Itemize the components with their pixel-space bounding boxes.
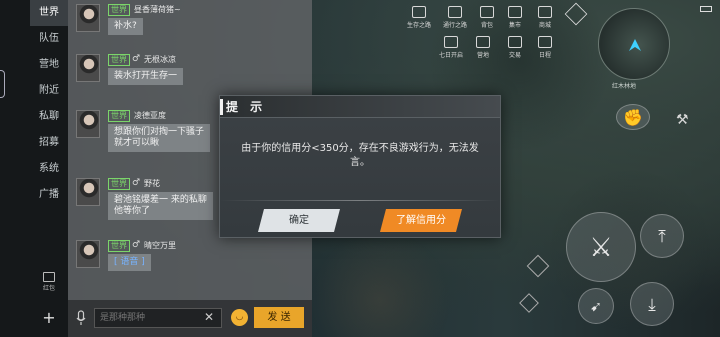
hud-shop[interactable]: 商城 — [528, 6, 562, 29]
microphone-icon[interactable] — [76, 310, 86, 326]
shop-icon — [538, 6, 552, 18]
skill-button[interactable]: ➹ — [578, 288, 614, 324]
tab-broadcast[interactable]: 广播 — [30, 182, 68, 208]
red-packet-label: 红包 — [42, 285, 55, 292]
gender-icon: ♂ — [132, 54, 141, 64]
battery-icon — [700, 6, 712, 12]
avatar[interactable] — [76, 110, 100, 138]
red-packet-icon — [43, 272, 55, 282]
axe-icon: ⚔ — [589, 233, 613, 263]
message-bubble: 碧池铭爆差一 来的私聊 他等你了 — [108, 192, 213, 220]
message-bubble: 装水打开生存一 — [108, 68, 184, 85]
sender-name[interactable]: 凌德亚度 — [134, 110, 166, 121]
hud-trade[interactable]: 交易 — [498, 36, 532, 59]
avatar[interactable] — [76, 4, 100, 32]
dialog-title: 提 示 — [226, 100, 267, 114]
sender-name[interactable]: 无根冰凉 — [144, 54, 176, 65]
voice-message-bubble[interactable]: [ 语音 ] — [108, 254, 151, 271]
hud-survival-road[interactable]: 生存之路 — [402, 6, 436, 29]
tab-private[interactable]: 私聊 — [30, 104, 68, 130]
emoji-icon[interactable]: ◡ — [231, 309, 248, 326]
run-icon: ➹ — [590, 299, 602, 315]
message-bubble: 想跟你们对掏一下骚子 就才可以瞅 — [108, 124, 211, 152]
market-icon — [508, 6, 522, 18]
backpack-icon — [480, 6, 494, 18]
melee-button[interactable]: ✊ — [616, 104, 650, 130]
scale-icon — [508, 36, 522, 48]
attack-button[interactable]: ⚔ — [566, 212, 636, 282]
avatar[interactable] — [76, 54, 100, 82]
dialog-header: 提 示 — [220, 96, 500, 118]
dialog-message: 由于你的信用分<350分，存在不良游戏行为，无法发言。 — [241, 143, 479, 168]
tab-camp[interactable]: 营地 — [30, 52, 68, 78]
calendar-icon — [538, 36, 552, 48]
collapse-handle[interactable] — [0, 70, 5, 98]
message-bubble: 补水? — [108, 18, 143, 35]
jump-button[interactable]: ⤒ — [640, 214, 684, 258]
tab-recruit[interactable]: 招募 — [30, 130, 68, 156]
tab-world[interactable]: 世界 — [30, 0, 68, 26]
fist-icon: ✊ — [623, 108, 643, 127]
crouch-icon: ⤓ — [648, 295, 656, 315]
tab-nearby[interactable]: 附近 — [30, 78, 68, 104]
flame-icon — [444, 36, 458, 48]
red-packet-button[interactable]: 红包 — [40, 272, 58, 292]
dialog-divider — [220, 200, 500, 201]
survival-road-icon — [412, 6, 426, 18]
player-arrow-icon — [629, 39, 641, 51]
minimap[interactable] — [598, 8, 670, 80]
gender-icon: ♂ — [132, 178, 141, 188]
gender-icon: ♂ — [132, 240, 141, 250]
sender-name[interactable]: 野花 — [144, 178, 160, 189]
chat-input[interactable] — [94, 308, 222, 328]
learn-credit-button[interactable]: 了解信用分 — [380, 209, 462, 232]
add-button[interactable]: + — [40, 308, 58, 327]
clear-icon[interactable]: ✕ — [204, 310, 214, 324]
confirm-button[interactable]: 确定 — [258, 209, 340, 232]
crouch-button[interactable]: ⤓ — [630, 282, 674, 326]
hud-schedule[interactable]: 日程 — [528, 36, 562, 59]
pass-road-icon — [448, 6, 462, 18]
credit-warning-dialog: 提 示 由于你的信用分<350分，存在不良游戏行为，无法发言。 确定 了解信用分 — [219, 95, 501, 238]
chat-channel-rail: 世界 队伍 营地 附近 私聊 招募 系统 广播 红包 + — [0, 0, 68, 337]
sender-name[interactable]: 昼香薄荷猪~ — [134, 4, 181, 15]
tab-team[interactable]: 队伍 — [30, 26, 68, 52]
channel-tag: 世界 — [108, 4, 130, 16]
camp-icon — [476, 36, 490, 48]
channel-tag: 世界 — [108, 54, 130, 66]
send-button[interactable]: 发 送 — [254, 307, 304, 328]
hud-camp[interactable]: 营地 — [466, 36, 500, 59]
hud-seven-day[interactable]: 七日开启 — [434, 36, 468, 59]
sender-name[interactable]: 晴空万里 — [144, 240, 176, 251]
jump-icon: ⤒ — [658, 227, 666, 247]
channel-tag: 世界 — [108, 240, 130, 252]
channel-tag: 世界 — [108, 110, 130, 122]
title-accent-bar — [220, 99, 223, 115]
chat-input-bar: ✕ ◡ 发 送 — [68, 300, 312, 337]
tab-system[interactable]: 系统 — [30, 156, 68, 182]
avatar[interactable] — [76, 178, 100, 206]
hud-pass-road[interactable]: 通行之路 — [438, 6, 472, 29]
wrench-icon[interactable]: ⚒ — [676, 112, 689, 128]
hud-market[interactable]: 集市 — [498, 6, 532, 29]
location-label: 红木林地 — [612, 83, 637, 90]
avatar[interactable] — [76, 240, 100, 268]
channel-tag: 世界 — [108, 178, 130, 190]
